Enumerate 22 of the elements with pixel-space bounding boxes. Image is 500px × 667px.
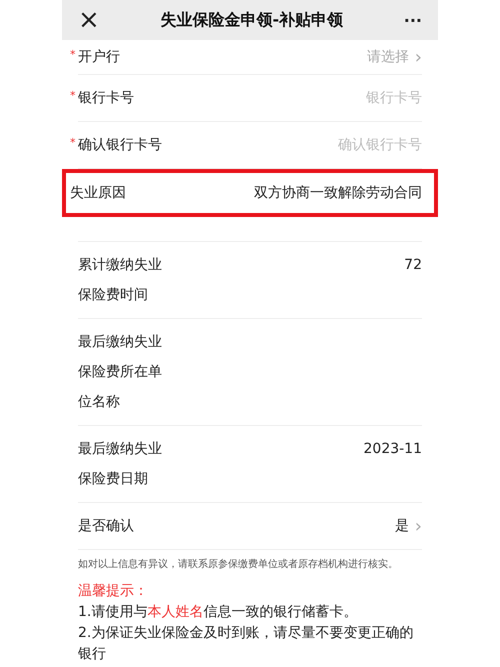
field-label: 开户行 <box>78 48 120 66</box>
field-label: 累计缴纳失业保险费时间 <box>78 256 163 305</box>
field-value: 双方协商一致解除劳动合同 <box>254 184 422 202</box>
required-mark: * <box>70 89 76 103</box>
field-label: 失业原因 <box>70 184 126 202</box>
field-label: 确认银行卡号 <box>78 136 162 154</box>
field-label: 银行卡号 <box>78 89 134 107</box>
notice-text: 如对以上信息有异议，请联系原参保缴费单位或者原存档机构进行核实。 <box>78 558 399 571</box>
field-label: 最后缴纳失业保险费所在单位名称 <box>78 333 163 412</box>
close-button[interactable]: × <box>74 7 104 33</box>
tips-title: 温馨提示： <box>78 582 149 601</box>
tip-text: 1.请使用与本人姓名信息一致的银行储蓄卡。 <box>78 603 358 622</box>
tip-text: 2.为保证失业保险金及时到账，请尽量不要变更正确的银行 <box>78 624 414 664</box>
page-title: 失业保险金申领-补贴申领 <box>160 10 344 30</box>
field-label: 是否确认 <box>78 517 135 536</box>
more-button[interactable]: ··· <box>400 10 426 30</box>
required-mark: * <box>70 136 76 150</box>
required-mark: * <box>70 48 76 62</box>
field-label: 最后缴纳失业保险费日期 <box>78 440 163 489</box>
select-field[interactable]: 是 › <box>394 516 422 536</box>
field-value: 72 <box>404 256 422 275</box>
field-value: 2023-11 <box>364 440 422 459</box>
